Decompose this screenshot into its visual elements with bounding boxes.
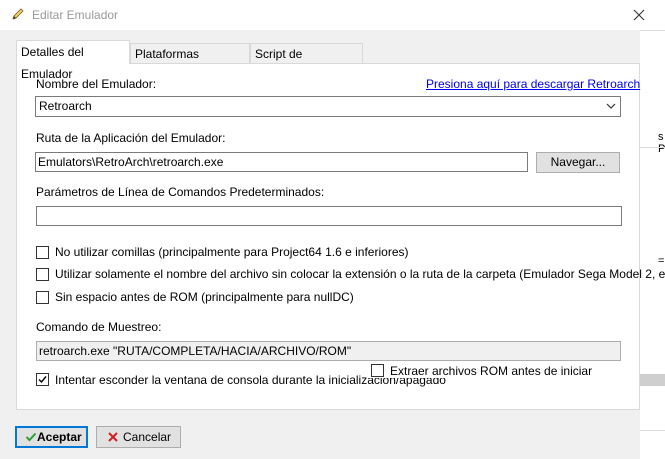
background-text: s P bbox=[658, 131, 665, 155]
filename-only-checkbox[interactable] bbox=[36, 268, 49, 281]
pencil-icon bbox=[12, 8, 24, 20]
checkmark-icon bbox=[25, 432, 37, 442]
cancel-button[interactable]: Cancelar bbox=[96, 426, 181, 448]
tab-plataformas[interactable]: Plataformas Asociadas bbox=[130, 43, 250, 81]
extract-rom-label: Extraer archivos ROM antes de iniciar bbox=[390, 364, 593, 378]
accept-button[interactable]: Aceptar bbox=[15, 426, 88, 448]
sample-label: Comando de Muestreo: bbox=[36, 320, 162, 334]
hide-console-checkbox[interactable] bbox=[36, 373, 49, 386]
path-label: Ruta de la Aplicación del Emulador: bbox=[36, 131, 226, 145]
params-label: Parámetros de Línea de Comandos Predeter… bbox=[36, 185, 325, 199]
emulator-name-value: Retroarch bbox=[39, 99, 92, 113]
chevron-down-icon bbox=[606, 103, 616, 109]
background-text: =1 bbox=[658, 255, 665, 267]
no-space-label: Sin espacio antes de ROM (principalmente… bbox=[55, 290, 354, 304]
no-quotes-label: No utilizar comillas (principalmente par… bbox=[55, 245, 409, 259]
tab-detalles[interactable]: Detalles del Emulador bbox=[16, 40, 130, 81]
background-window: s P =1 bbox=[640, 30, 665, 459]
no-space-checkbox[interactable] bbox=[36, 291, 49, 304]
tab-autohotkey[interactable]: Script de AutoHotKey bbox=[250, 43, 363, 81]
checkmark-icon bbox=[38, 376, 47, 384]
download-retroarch-link[interactable]: Presiona aquí para descargar Retroarch bbox=[426, 77, 640, 91]
cancel-label: Cancelar bbox=[123, 430, 172, 444]
accept-label: Aceptar bbox=[37, 430, 82, 444]
no-quotes-checkbox[interactable] bbox=[36, 246, 49, 259]
close-icon bbox=[108, 432, 118, 442]
params-input[interactable] bbox=[36, 206, 622, 226]
sample-command-field: retroarch.exe "RUTA/COMPLETA/HACIA/ARCHI… bbox=[36, 341, 621, 361]
browse-button[interactable]: Navegar... bbox=[536, 152, 620, 173]
window-title: Editar Emulador bbox=[32, 8, 119, 22]
close-icon[interactable] bbox=[630, 6, 648, 24]
emulator-name-combobox[interactable]: Retroarch bbox=[35, 96, 621, 117]
filename-only-label: Utilizar solamente el nombre del archivo… bbox=[55, 267, 665, 281]
path-input[interactable]: Emulators\RetroArch\retroarch.exe bbox=[35, 152, 528, 172]
extract-rom-checkbox[interactable] bbox=[371, 364, 384, 377]
